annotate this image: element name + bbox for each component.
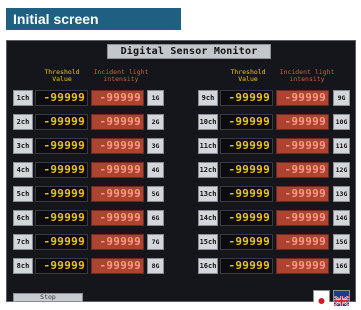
channel-button-3[interactable]: 3ch [13,138,33,154]
intensity-value-10: -99999 [276,114,329,130]
channel-button-8[interactable]: 8ch [13,258,33,274]
threshold-value-11: -99999 [220,138,273,154]
intensity-value-3: -99999 [91,138,144,154]
group-button-3[interactable]: 3G [147,138,164,154]
group-button-8[interactable]: 8G [147,258,164,274]
intensity-value-7: -99999 [91,234,144,250]
channel-button-12[interactable]: 12ch [198,162,218,178]
threshold-value-4: -99999 [35,162,88,178]
threshold-header-left: Threshold Value [33,69,91,83]
channel-button-16[interactable]: 16ch [198,258,218,274]
threshold-value-13: -99999 [220,186,273,202]
intensity-value-2: -99999 [91,114,144,130]
threshold-value-16: -99999 [220,258,273,274]
intensity-header-line2: intensity [103,75,139,83]
japan-flag-icon[interactable] [313,290,330,306]
group-button-2[interactable]: 2G [147,114,164,130]
group-button-12[interactable]: 12G [333,162,350,178]
intensity-value-8: -99999 [91,258,144,274]
sensor-monitor-screen: Digital Sensor Monitor Threshold Value I… [6,40,356,307]
intensity-value-5: -99999 [91,186,144,202]
group-button-5[interactable]: 5G [147,186,164,202]
channel-button-6[interactable]: 6ch [13,210,33,226]
intensity-value-14: -99999 [276,210,329,226]
channel-button-7[interactable]: 7ch [13,234,33,250]
intensity-value-11: -99999 [276,138,329,154]
intensity-value-15: -99999 [276,234,329,250]
intensity-value-9: -99999 [276,90,329,106]
intensity-header-right: Incident light intensity [277,69,337,83]
intensity-value-1: -99999 [91,90,144,106]
group-button-9[interactable]: 9G [333,90,350,106]
threshold-value-14: -99999 [220,210,273,226]
group-button-13[interactable]: 13G [333,186,350,202]
channel-button-10[interactable]: 10ch [198,114,218,130]
group-button-7[interactable]: 7G [147,234,164,250]
channel-button-14[interactable]: 14ch [198,210,218,226]
threshold-value-1: -99999 [35,90,88,106]
group-button-16[interactable]: 16G [333,258,350,274]
stop-button[interactable]: Stop [13,293,83,302]
channel-button-2[interactable]: 2ch [13,114,33,130]
channel-button-15[interactable]: 15ch [198,234,218,250]
screen-title: Digital Sensor Monitor [107,44,271,59]
channel-button-13[interactable]: 13ch [198,186,218,202]
group-button-6[interactable]: 6G [147,210,164,226]
group-button-4[interactable]: 4G [147,162,164,178]
intensity-value-16: -99999 [276,258,329,274]
channel-button-4[interactable]: 4ch [13,162,33,178]
group-button-10[interactable]: 10G [333,114,350,130]
japan-flag-graphic [314,296,329,306]
intensity-value-13: -99999 [276,186,329,202]
intensity-value-6: -99999 [91,210,144,226]
intensity-value-4: -99999 [91,162,144,178]
uk-flag-graphic [333,295,350,307]
threshold-header-line2: Value [238,75,258,83]
group-button-11[interactable]: 11G [333,138,350,154]
channel-button-11[interactable]: 11ch [198,138,218,154]
threshold-header-line2: Value [52,75,72,83]
screen-caption: Initial screen [6,8,181,30]
uk-flag-icon[interactable] [333,290,350,307]
group-button-1[interactable]: 1G [147,90,164,106]
threshold-value-9: -99999 [220,90,273,106]
threshold-value-6: -99999 [35,210,88,226]
threshold-value-15: -99999 [220,234,273,250]
threshold-value-12: -99999 [220,162,273,178]
threshold-value-2: -99999 [35,114,88,130]
threshold-value-3: -99999 [35,138,88,154]
channel-button-5[interactable]: 5ch [13,186,33,202]
group-button-14[interactable]: 14G [333,210,350,226]
threshold-header-right: Threshold Value [219,69,277,83]
channel-button-9[interactable]: 9ch [198,90,218,106]
threshold-value-5: -99999 [35,186,88,202]
channel-button-1[interactable]: 1ch [13,90,33,106]
intensity-value-12: -99999 [276,162,329,178]
intensity-header-line2: intensity [289,75,325,83]
threshold-value-7: -99999 [35,234,88,250]
threshold-value-10: -99999 [220,114,273,130]
group-button-15[interactable]: 15G [333,234,350,250]
intensity-header-left: Incident light intensity [91,69,151,83]
threshold-value-8: -99999 [35,258,88,274]
